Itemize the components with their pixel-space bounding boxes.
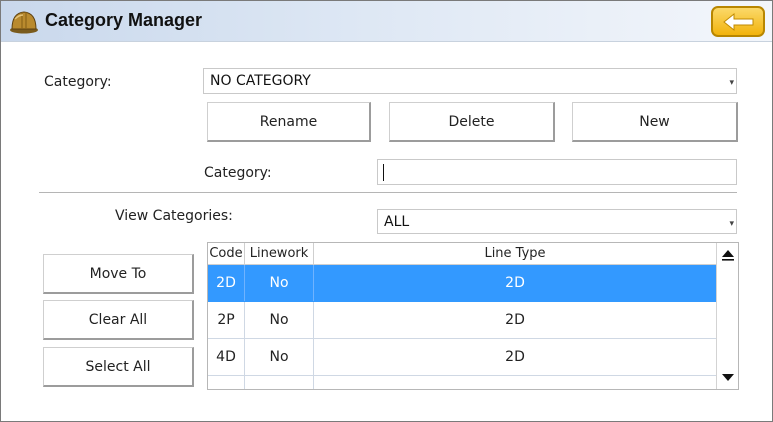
category-dropdown-value: NO CATEGORY — [210, 73, 311, 89]
column-header-line-type[interactable]: Line Type — [314, 243, 716, 264]
select-all-button[interactable]: Select All — [43, 347, 194, 387]
table-scrollbar[interactable] — [716, 243, 738, 389]
cell-linework: No — [245, 265, 314, 301]
column-header-linework[interactable]: Linework — [245, 243, 314, 264]
title-bar: Category Manager — [1, 1, 772, 42]
category-dropdown[interactable]: NO CATEGORY ▾ — [203, 68, 737, 94]
view-categories-dropdown-value: ALL — [384, 214, 410, 230]
dropdown-arrow-icon: ▾ — [729, 219, 734, 229]
category-label: Category: — [44, 74, 112, 90]
new-category-input[interactable] — [377, 159, 737, 185]
scroll-down-icon[interactable] — [720, 369, 736, 385]
new-category-label: Category: — [204, 165, 272, 181]
cell-linework: No — [245, 339, 314, 375]
window-title: Category Manager — [45, 10, 203, 30]
category-table: Code Linework Line Type 2D No 2D 2P No 2… — [207, 242, 739, 390]
table-row-partial[interactable] — [208, 376, 716, 389]
table-row[interactable]: 2P No 2D — [208, 302, 716, 339]
clear-all-button[interactable]: Clear All — [43, 300, 194, 340]
back-arrow-icon — [723, 12, 754, 32]
cell-linework — [245, 376, 314, 389]
cell-linework: No — [245, 302, 314, 338]
move-to-button[interactable]: Move To — [43, 254, 194, 294]
back-button[interactable] — [711, 6, 765, 37]
section-divider — [39, 192, 737, 193]
cell-line-type: 2D — [505, 275, 525, 291]
table-header: Code Linework Line Type — [208, 243, 716, 265]
cell-code: 2P — [208, 302, 245, 338]
text-cursor — [383, 164, 384, 181]
dropdown-arrow-icon: ▾ — [729, 78, 734, 88]
rename-button[interactable]: Rename — [207, 102, 371, 142]
scroll-up-icon[interactable] — [720, 246, 736, 262]
cell-line-type: 2D — [505, 312, 525, 328]
new-button[interactable]: New — [572, 102, 738, 142]
cell-line-type: 2D — [505, 349, 525, 365]
cell-code: 4D — [208, 339, 245, 375]
category-manager-window: Category Manager Category: NO CATEGORY ▾… — [0, 0, 773, 422]
cell-code: 2D — [208, 265, 245, 301]
cell-code — [208, 376, 245, 389]
hardhat-icon — [9, 7, 39, 35]
table-row[interactable]: 2D No 2D — [208, 265, 716, 302]
view-categories-label: View Categories: — [115, 208, 233, 224]
delete-button[interactable]: Delete — [389, 102, 555, 142]
column-header-code[interactable]: Code — [208, 243, 245, 264]
view-categories-dropdown[interactable]: ALL ▾ — [377, 209, 737, 234]
table-row[interactable]: 4D No 2D — [208, 339, 716, 376]
